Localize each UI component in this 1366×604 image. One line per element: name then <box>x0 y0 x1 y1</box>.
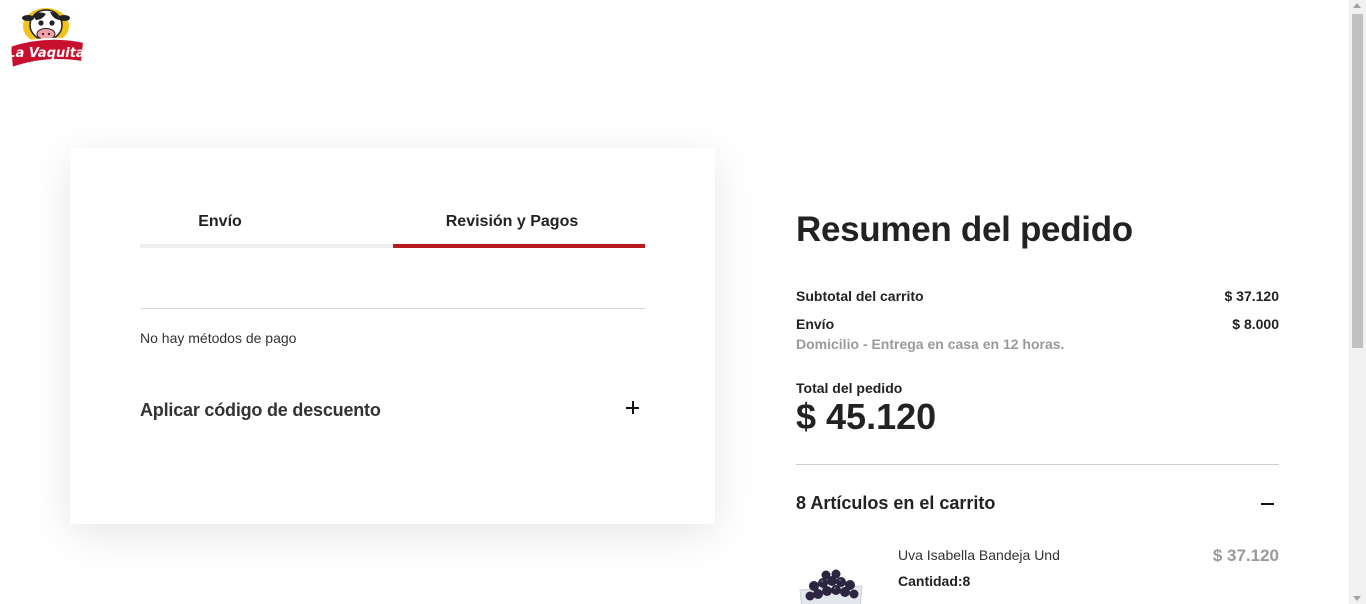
cart-item: Uva Isabella Bandeja Und Cantidad:8 $ 37… <box>796 540 1279 604</box>
brand-logo[interactable]: La Vaquita <box>6 6 86 72</box>
grapes-tray-image <box>796 550 866 604</box>
checkout-steps: Envío Revisión y Pagos <box>140 203 645 248</box>
scroll-down-icon[interactable] <box>1353 596 1361 601</box>
shipping-value: $ 8.000 <box>1232 316 1279 332</box>
cart-items-title: 8 Artículos en el carrito <box>796 493 996 513</box>
scroll-up-icon[interactable] <box>1353 3 1361 8</box>
discount-code-label: Aplicar código de descuento <box>140 400 381 420</box>
page-scrollbar[interactable] <box>1349 0 1366 604</box>
cow-logo-icon: La Vaquita <box>7 8 86 70</box>
shipping-method: Domicilio - Entrega en casa en 12 horas. <box>796 336 1065 352</box>
order-total-value: $ 45.120 <box>796 396 937 437</box>
cart-item-price: $ 37.120 <box>1212 546 1279 565</box>
no-payment-methods-text: No hay métodos de pago <box>140 330 297 346</box>
tab-shipping-label: Envío <box>198 213 242 230</box>
checkout-card: Envío Revisión y Pagos No hay métodos de… <box>70 148 715 524</box>
summary-divider <box>796 464 1279 465</box>
svg-text:La Vaquita: La Vaquita <box>7 46 84 61</box>
divider <box>140 308 645 309</box>
subtotal-value: $ 37.120 <box>1224 288 1280 304</box>
cart-item-quantity: Cantidad:8 <box>898 573 971 589</box>
discount-code-toggle[interactable]: Aplicar código de descuento <box>140 398 645 424</box>
summary-title: Resumen del pedido <box>796 210 1133 249</box>
tab-shipping[interactable]: Envío <box>140 203 393 248</box>
cart-item-name[interactable]: Uva Isabella Bandeja Und <box>898 547 1060 563</box>
shipping-label: Envío <box>796 316 835 332</box>
cart-items-toggle[interactable]: 8 Artículos en el carrito <box>796 492 1279 516</box>
minus-icon[interactable] <box>1261 503 1274 505</box>
plus-icon[interactable] <box>626 401 640 415</box>
scrollbar-thumb[interactable] <box>1352 14 1363 348</box>
tab-review-payment[interactable]: Revisión y Pagos <box>393 203 645 248</box>
subtotal-label: Subtotal del carrito <box>796 288 924 304</box>
tab-review-payment-label: Revisión y Pagos <box>445 213 579 230</box>
order-total-label: Total del pedido <box>796 380 903 396</box>
